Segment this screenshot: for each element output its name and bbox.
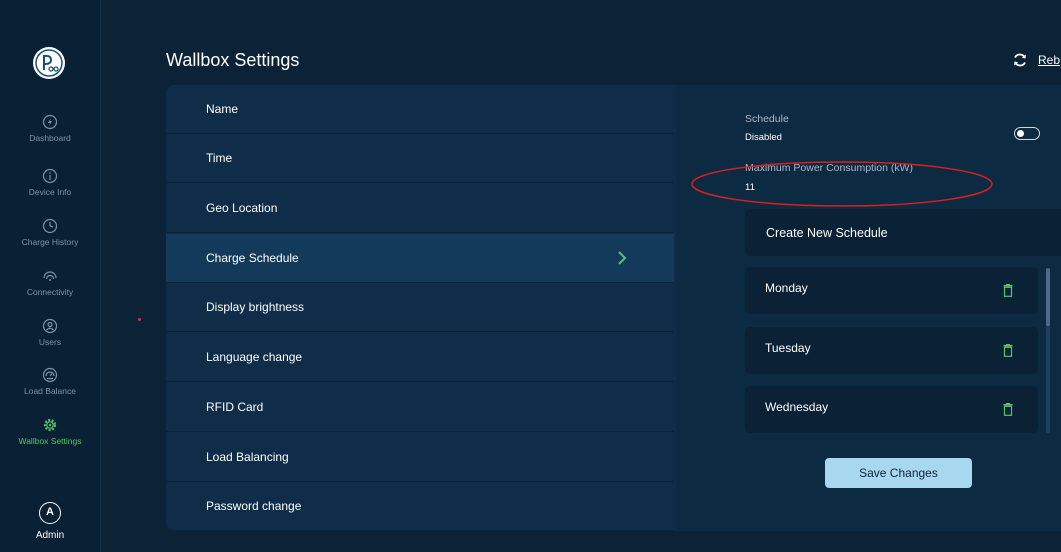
menu-item-name[interactable]: Name	[166, 85, 674, 134]
stray-dot	[138, 318, 141, 321]
menu-item-password-change[interactable]: Password change	[166, 482, 674, 531]
reboot-label: Reb	[1038, 53, 1061, 67]
save-changes-button[interactable]: Save Changes	[825, 458, 972, 488]
sidebar-item-connectivity[interactable]: Connectivity	[0, 268, 100, 297]
annotation-ellipse	[691, 161, 993, 207]
sidebar-item-label: Dashboard	[29, 133, 71, 143]
avatar: A	[39, 502, 61, 524]
day-label: Wednesday	[765, 400, 829, 414]
sidebar-item-label: Wallbox Settings	[18, 436, 82, 446]
sidebar-item-load-balance[interactable]: Load Balance	[0, 367, 100, 396]
user-profile[interactable]: A Admin	[0, 502, 100, 541]
menu-item-label: Language change	[206, 350, 303, 364]
menu-item-rfid-card[interactable]: RFID Card	[166, 383, 674, 432]
menu-item-geo-location[interactable]: Geo Location	[166, 184, 674, 233]
sidebar-item-label: Users	[38, 337, 62, 347]
menu-item-time[interactable]: Time	[166, 134, 674, 183]
create-schedule-label: Create New Schedule	[766, 225, 888, 240]
trash-icon[interactable]	[1003, 284, 1013, 297]
schedule-toggle[interactable]	[1014, 127, 1040, 140]
menu-item-label: Geo Location	[206, 201, 278, 215]
sidebar-item-device-info[interactable]: Device Info	[0, 168, 100, 197]
settings-card: Name Time Geo Location Charge Schedule D…	[166, 85, 1061, 531]
max-power-value: 11	[745, 182, 755, 193]
sidebar-item-label: Connectivity	[26, 287, 74, 297]
trash-icon[interactable]	[1003, 403, 1013, 416]
sidebar-item-label: Device Info	[28, 187, 72, 197]
menu-item-label: Charge Schedule	[206, 251, 299, 265]
sidebar-item-wallbox-settings[interactable]: Wallbox Settings	[0, 417, 100, 446]
menu-item-display-brightness[interactable]: Display brightness	[166, 283, 674, 332]
page-title: Wallbox Settings	[166, 50, 300, 70]
day-label: Tuesday	[765, 341, 811, 355]
menu-item-language-change[interactable]: Language change	[166, 333, 674, 382]
trash-icon[interactable]	[1003, 344, 1013, 357]
create-schedule-button[interactable]: Create New Schedule	[745, 209, 1061, 256]
refresh-icon	[1014, 53, 1026, 67]
sidebar: Dashboard Device Info Charge History Con…	[0, 0, 101, 552]
schedule-day-tuesday[interactable]: Tuesday	[745, 327, 1038, 374]
info-icon	[42, 168, 58, 184]
menu-item-label: Load Balancing	[206, 450, 289, 464]
gauge-icon	[42, 367, 58, 383]
menu-item-load-balancing[interactable]: Load Balancing	[166, 433, 674, 482]
sidebar-item-label: Charge History	[21, 237, 79, 247]
schedule-day-monday[interactable]: Monday	[745, 267, 1038, 314]
day-label: Monday	[765, 281, 808, 295]
wifi-icon	[43, 271, 57, 281]
gear-icon	[43, 418, 57, 432]
schedule-day-wednesday[interactable]: Wednesday	[745, 386, 1038, 433]
reboot-button[interactable]: Reb	[1012, 52, 1060, 68]
menu-item-charge-schedule[interactable]: Charge Schedule	[166, 234, 674, 283]
clock-icon	[42, 218, 58, 234]
schedule-status: Disabled	[745, 132, 782, 143]
menu-item-label: Display brightness	[206, 300, 305, 314]
menu-item-label: Name	[206, 102, 239, 116]
schedule-scrollbar[interactable]	[1046, 268, 1050, 433]
scrollbar-thumb[interactable]	[1046, 268, 1050, 326]
chevron-right-icon	[618, 251, 627, 265]
settings-menu: Name Time Geo Location Charge Schedule D…	[166, 85, 674, 531]
dashboard-icon	[42, 114, 58, 130]
sidebar-item-dashboard[interactable]: Dashboard	[0, 114, 100, 143]
sidebar-item-charge-history[interactable]: Charge History	[0, 218, 100, 247]
menu-item-label: Time	[206, 151, 233, 165]
menu-item-label: RFID Card	[206, 400, 264, 414]
schedule-label: Schedule	[745, 113, 789, 125]
logo-icon	[33, 47, 65, 79]
user-name: Admin	[35, 530, 65, 541]
max-power-label: Maximum Power Consumption (kW)	[745, 162, 914, 174]
toggle-knob	[1017, 129, 1024, 137]
user-icon	[42, 318, 58, 334]
menu-item-label: Password change	[206, 499, 302, 513]
sidebar-item-users[interactable]: Users	[0, 318, 100, 347]
sidebar-item-label: Load Balance	[24, 386, 76, 396]
schedule-panel: Schedule Disabled Maximum Power Consumpt…	[676, 85, 1061, 531]
